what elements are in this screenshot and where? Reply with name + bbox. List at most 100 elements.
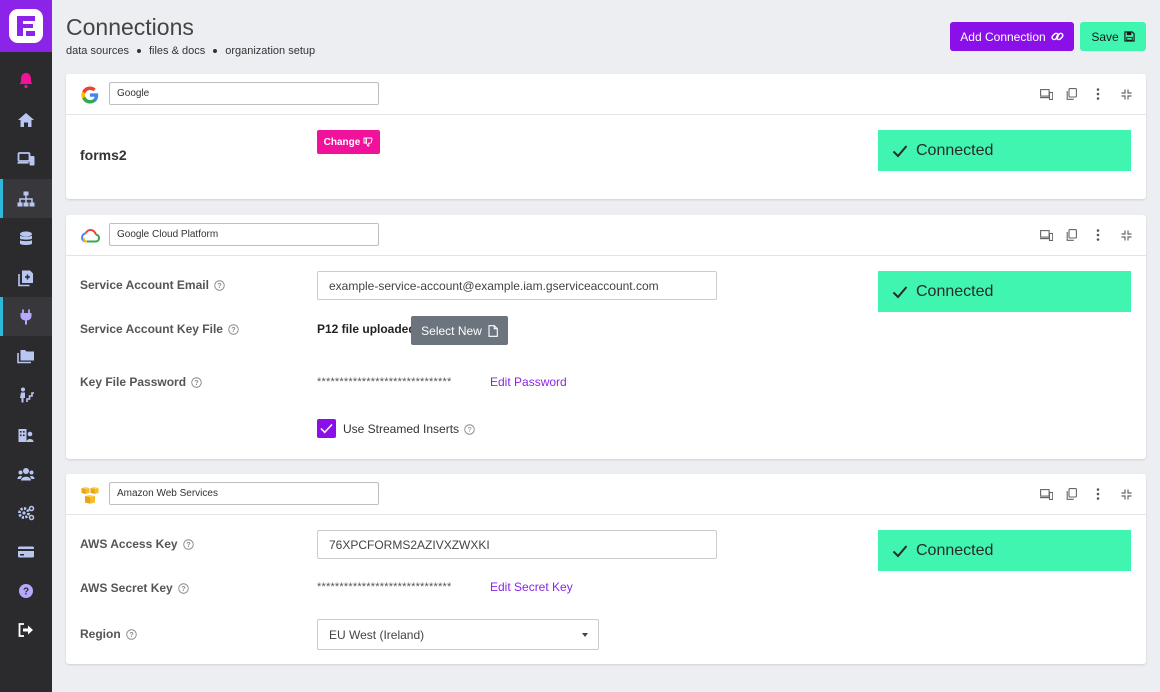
logo-icon: [9, 9, 43, 43]
devices-icon[interactable]: [1039, 487, 1053, 501]
nav-notifications[interactable]: [0, 60, 52, 99]
edit-password-link[interactable]: Edit Password: [490, 375, 567, 389]
breadcrumb-item[interactable]: data sources: [66, 45, 129, 57]
nav-add-document[interactable]: [0, 258, 52, 297]
nav-settings[interactable]: [0, 493, 52, 532]
help-circle-icon[interactable]: ?: [191, 376, 202, 388]
copy-icon[interactable]: [1064, 228, 1078, 242]
status-label: Connected: [916, 541, 994, 559]
bell-icon: [19, 72, 33, 88]
nav-billing[interactable]: [0, 532, 52, 571]
secret-key-masked-value: ******************************: [317, 581, 452, 593]
help-circle-icon[interactable]: ?: [177, 582, 189, 594]
page-title: Connections: [66, 14, 194, 40]
google-logo-icon: [80, 85, 100, 105]
service-account-key-file-label: Service Account Key File ?: [80, 322, 239, 336]
nav-help[interactable]: ?: [0, 571, 52, 610]
connection-name-input[interactable]: [109, 482, 379, 505]
nav-database[interactable]: [0, 219, 52, 258]
help-circle-icon[interactable]: ?: [214, 279, 225, 291]
change-account-button[interactable]: Change: [317, 130, 380, 154]
use-streamed-inserts-label: Use Streamed Inserts ?: [343, 422, 475, 436]
devices-icon[interactable]: [1039, 228, 1053, 242]
gcp-connection-card: Service Account Email ? Service Account …: [66, 215, 1146, 459]
nav-onboarding[interactable]: [0, 375, 52, 414]
svg-text:?: ?: [468, 425, 472, 434]
add-connection-button[interactable]: Add Connection: [950, 22, 1074, 51]
google-connection-card: forms2 Change Connected: [66, 74, 1146, 199]
folders-icon: [17, 349, 34, 363]
group-icon: [17, 467, 35, 480]
breadcrumb-separator: [136, 49, 141, 53]
save-button[interactable]: Save: [1080, 22, 1146, 51]
database-icon: [20, 231, 32, 245]
save-label: Save: [1091, 29, 1119, 44]
plug-icon: [20, 309, 32, 324]
user-stairs-icon: [20, 387, 34, 402]
connection-status-badge: Connected: [878, 530, 1131, 571]
label-text: AWS Access Key: [80, 537, 178, 551]
edit-secret-key-link[interactable]: Edit Secret Key: [490, 580, 573, 594]
nav-connections[interactable]: [0, 297, 52, 336]
nav-sign-out[interactable]: [0, 610, 52, 649]
copy-icon[interactable]: [1064, 487, 1078, 501]
breadcrumb-item[interactable]: files & docs: [149, 45, 205, 57]
collapse-icon[interactable]: [1119, 228, 1133, 242]
nav-devices[interactable]: [0, 139, 52, 178]
region-selected-value: EU West (Ireland): [329, 627, 425, 642]
status-label: Connected: [916, 141, 994, 159]
caret-down-icon: [582, 633, 588, 637]
home-icon: [18, 112, 34, 127]
collapse-icon[interactable]: [1119, 487, 1133, 501]
sign-out-icon: [18, 622, 33, 637]
collapse-icon[interactable]: [1119, 87, 1133, 101]
file-icon: [488, 324, 498, 337]
aws-access-key-input[interactable]: [317, 530, 717, 559]
nav-groups[interactable]: [0, 454, 52, 493]
help-circle-icon[interactable]: ?: [125, 628, 137, 640]
help-circle-icon[interactable]: ?: [182, 538, 194, 550]
key-file-status: P12 file uploaded: [317, 322, 416, 336]
label-text: Region: [80, 627, 121, 641]
help-circle-icon[interactable]: ?: [228, 323, 239, 335]
nav-organization-users[interactable]: [0, 415, 52, 454]
document-add-icon: [18, 270, 33, 286]
service-account-email-input[interactable]: [317, 271, 717, 300]
nav-folders[interactable]: [0, 336, 52, 375]
connection-status-badge: Connected: [878, 130, 1131, 171]
checkmark-icon: [892, 144, 908, 157]
checkmark-icon: [892, 544, 908, 557]
connection-name-input[interactable]: [109, 223, 379, 246]
region-select[interactable]: EU West (Ireland): [317, 619, 599, 650]
label-text: Service Account Email: [80, 278, 209, 292]
floppy-disk-icon: [1123, 31, 1135, 42]
breadcrumb-item[interactable]: organization setup: [225, 45, 315, 57]
change-label: Change: [323, 136, 361, 148]
thumbs-down-icon: [363, 137, 373, 147]
devices-icon: [17, 151, 35, 165]
card-header: [66, 74, 1146, 115]
svg-text:?: ?: [194, 378, 199, 387]
more-vertical-icon[interactable]: [1091, 228, 1105, 242]
help-circle-icon[interactable]: ?: [464, 423, 475, 435]
svg-text:?: ?: [23, 586, 29, 597]
label-text: Use Streamed Inserts: [343, 422, 460, 436]
breadcrumb-separator: [213, 49, 218, 53]
help-icon: ?: [19, 583, 33, 598]
copy-icon[interactable]: [1064, 87, 1078, 101]
svg-text:?: ?: [181, 584, 186, 593]
devices-icon[interactable]: [1039, 87, 1053, 101]
select-new-label: Select New: [421, 323, 482, 338]
label-text: AWS Secret Key: [80, 581, 173, 595]
more-vertical-icon[interactable]: [1091, 487, 1105, 501]
more-vertical-icon[interactable]: [1091, 87, 1105, 101]
use-streamed-inserts-checkbox[interactable]: [317, 419, 336, 438]
aws-access-key-label: AWS Access Key ?: [80, 537, 194, 551]
connection-account-name: forms2: [80, 147, 127, 163]
select-new-file-button[interactable]: Select New: [411, 316, 508, 345]
app-logo[interactable]: [0, 0, 52, 52]
nav-home[interactable]: [0, 100, 52, 139]
nav-sitemap[interactable]: [0, 179, 52, 218]
connection-name-input[interactable]: [109, 82, 379, 105]
aws-logo-icon: [80, 485, 100, 505]
